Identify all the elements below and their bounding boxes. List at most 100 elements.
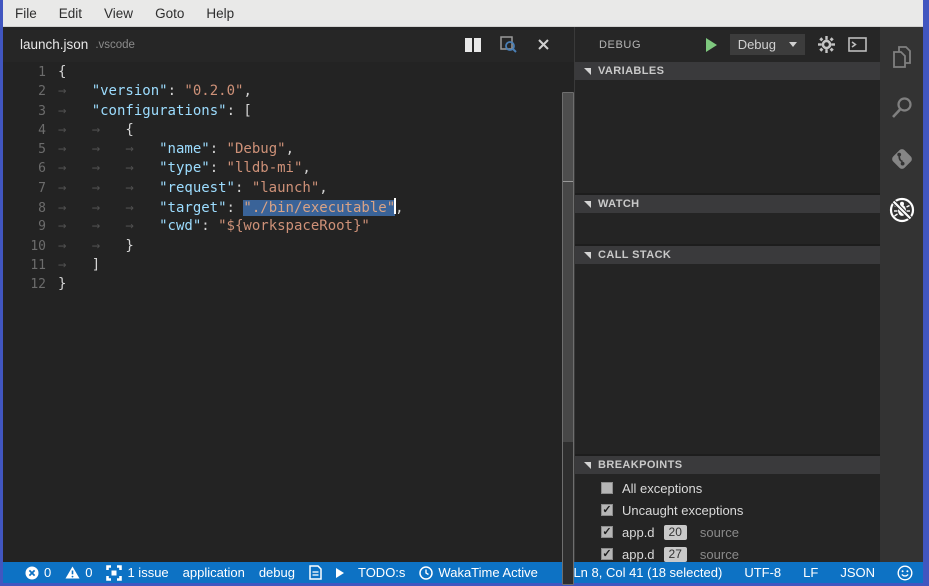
issues-icon — [106, 565, 122, 581]
encoding-status[interactable]: UTF-8 — [744, 565, 781, 580]
code-token: : — [210, 141, 227, 157]
line-number[interactable]: 12 — [3, 275, 46, 294]
explorer-icon[interactable] — [880, 31, 923, 82]
code-line[interactable]: 2→"version": "0.2.0", — [3, 82, 574, 101]
line-number[interactable]: 8 — [3, 199, 46, 218]
menu-help[interactable]: Help — [195, 0, 245, 26]
code-token: "${workspaceRoot}" — [218, 218, 370, 234]
tab-whitespace-marker: → — [92, 121, 126, 140]
code-line[interactable]: 4→→{ — [3, 121, 574, 140]
sidebar-title: DEBUG — [599, 39, 641, 51]
line-number[interactable]: 11 — [3, 256, 46, 275]
line-number[interactable]: 3 — [3, 102, 46, 121]
line-number[interactable]: 10 — [3, 237, 46, 256]
code-line[interactable]: 3→"configurations": [ — [3, 102, 574, 121]
tab-whitespace-marker: → — [92, 199, 126, 218]
error-count[interactable]: 0 — [25, 565, 51, 580]
debug-icon[interactable] — [880, 184, 923, 235]
code-token: "version" — [92, 83, 168, 99]
checkbox-checked[interactable]: ✓ — [601, 548, 613, 560]
code-token: , — [395, 200, 403, 216]
editor-scrollbar[interactable] — [562, 92, 574, 585]
issues-label: 1 issue — [127, 565, 168, 580]
tab-bar: launch.json .vscode — [3, 27, 574, 62]
line-number[interactable]: 6 — [3, 159, 46, 178]
error-count-label: 0 — [44, 565, 51, 580]
section-watch-label: WATCH — [598, 198, 640, 210]
search-icon[interactable] — [880, 82, 923, 133]
menu-edit[interactable]: Edit — [48, 0, 93, 26]
line-number[interactable]: 7 — [3, 179, 46, 198]
language-mode[interactable]: JSON — [840, 565, 875, 580]
breakpoint-row[interactable]: All exceptions — [575, 477, 880, 499]
code-line[interactable]: 9→→→"cwd": "${workspaceRoot}" — [3, 217, 574, 236]
line-number[interactable]: 5 — [3, 140, 46, 159]
code-token: : — [210, 160, 227, 176]
code-token: "name" — [159, 141, 210, 157]
twistie-icon — [584, 252, 591, 259]
chevron-down-icon — [789, 42, 797, 47]
code-line[interactable]: 12} — [3, 275, 574, 294]
tab-whitespace-marker: → — [58, 199, 92, 218]
section-variables[interactable]: VARIABLES — [575, 62, 880, 80]
code-line[interactable]: 10→→} — [3, 237, 574, 256]
code-token: "launch" — [252, 180, 319, 196]
code-line[interactable]: 1{ — [3, 63, 574, 82]
run-task-icon[interactable] — [336, 568, 344, 578]
tab-whitespace-marker: → — [125, 217, 159, 236]
line-number[interactable]: 2 — [3, 82, 46, 101]
warning-icon — [65, 566, 80, 579]
status-application[interactable]: application — [183, 565, 245, 580]
code-editor[interactable]: 1{2→"version": "0.2.0",3→"configurations… — [3, 62, 574, 562]
status-debug[interactable]: debug — [259, 565, 295, 580]
feedback-smiley-icon[interactable] — [897, 565, 913, 581]
scrollbar-thumb[interactable] — [563, 93, 573, 182]
debug-config-dropdown[interactable]: Debug — [730, 34, 805, 55]
checkbox-unchecked[interactable] — [601, 482, 613, 494]
menu-goto[interactable]: Goto — [144, 0, 195, 26]
close-editor-icon[interactable] — [534, 36, 552, 54]
wakatime-status[interactable]: WakaTime Active — [419, 565, 537, 580]
menu-file[interactable]: File — [4, 0, 48, 26]
checkbox-checked[interactable]: ✓ — [601, 504, 613, 516]
breakpoint-row[interactable]: ✓Uncaught exceptions — [575, 499, 880, 521]
breakpoint-origin: source — [700, 547, 739, 562]
section-watch[interactable]: WATCH — [575, 195, 880, 213]
todo-status[interactable]: TODO:s — [358, 565, 405, 580]
tab-whitespace-marker: → — [92, 179, 126, 198]
configure-gear-icon[interactable] — [818, 36, 835, 53]
line-number-badge: 27 — [664, 547, 687, 562]
section-breakpoints[interactable]: BREAKPOINTS — [575, 456, 880, 474]
source-control-icon[interactable] — [880, 133, 923, 184]
warning-count[interactable]: 0 — [65, 565, 92, 580]
debug-console-icon[interactable] — [848, 37, 867, 52]
line-number[interactable]: 4 — [3, 121, 46, 140]
code-line[interactable]: 11→] — [3, 256, 574, 275]
split-editor-icon[interactable] — [464, 36, 482, 54]
tab-whitespace-marker: → — [58, 140, 92, 159]
open-preview-icon[interactable] — [499, 36, 517, 54]
start-debug-button[interactable] — [706, 38, 717, 52]
tab-whitespace-marker: → — [92, 140, 126, 159]
tab-whitespace-marker: → — [58, 217, 92, 236]
line-number[interactable]: 1 — [3, 63, 46, 82]
issues-status[interactable]: 1 issue — [106, 565, 168, 581]
checkbox-checked[interactable]: ✓ — [601, 526, 613, 538]
breakpoint-origin: source — [700, 525, 739, 540]
code-line[interactable]: 8→→→"target": "./bin/executable", — [3, 198, 574, 217]
code-line[interactable]: 6→→→"type": "lldb-mi", — [3, 159, 574, 178]
code-token: , — [319, 180, 327, 196]
code-token: : — [227, 200, 244, 216]
menu-view[interactable]: View — [93, 0, 144, 26]
section-call-stack[interactable]: CALL STACK — [575, 246, 880, 264]
eol-status[interactable]: LF — [803, 565, 818, 580]
line-number[interactable]: 9 — [3, 217, 46, 236]
tab-launch-json[interactable]: launch.json .vscode — [3, 27, 135, 62]
code-line[interactable]: 5→→→"name": "Debug", — [3, 140, 574, 159]
breakpoint-row[interactable]: ✓app.d20source — [575, 521, 880, 543]
code-token: "./bin/executable" — [243, 200, 395, 216]
document-icon[interactable] — [309, 565, 322, 580]
cursor-position[interactable]: Ln 8, Col 41 (18 selected) — [573, 565, 722, 580]
code-line[interactable]: 7→→→"request": "launch", — [3, 179, 574, 198]
code-token: : — [235, 180, 252, 196]
